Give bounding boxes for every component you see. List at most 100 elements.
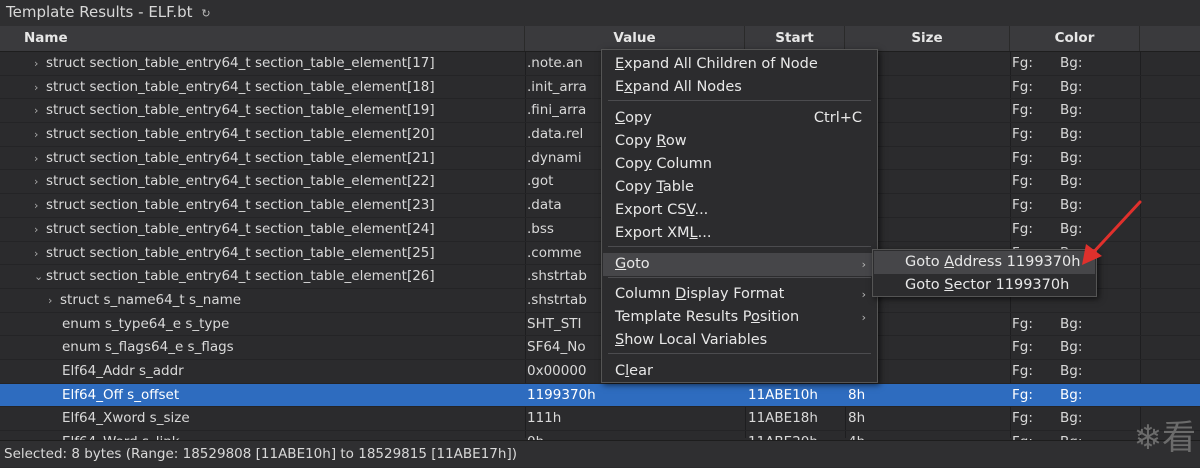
row-name-label: struct section_table_entry64_t section_t… — [46, 102, 435, 119]
expand-toggle-icon[interactable]: › — [34, 77, 46, 99]
table-row[interactable]: › struct section_table_entry64_t section_… — [0, 170, 1200, 195]
row-fg-color-cell[interactable]: Fg: — [1012, 52, 1052, 74]
row-fg-color-cell[interactable]: Fg: — [1012, 76, 1052, 98]
menu-item-copy-row[interactable]: Copy Row — [603, 130, 876, 153]
annotation-arrow-icon — [1082, 200, 1142, 265]
menu-item-expand-all-nodes[interactable]: Expand All Nodes — [603, 76, 876, 99]
row-name-label: enum s_type64_e s_type — [62, 315, 230, 332]
table-row[interactable]: Elf64_Xword s_size 111h 11ABE18h 8h Fg: Bg: — [0, 407, 1200, 431]
table-row[interactable]: enum s_flags64_e s_flags SF64_No Fg: Bg: — [0, 336, 1200, 360]
table-row[interactable]: Elf64_Addr s_addr 0x00000 Fg: Bg: — [0, 360, 1200, 384]
row-bg-color-cell[interactable]: Bg: — [1060, 99, 1120, 121]
row-fg-color-cell[interactable]: Fg: — [1012, 99, 1052, 121]
row-fg-color-cell[interactable]: Fg: — [1012, 170, 1052, 192]
menu-item-copy-table[interactable]: Copy Table — [603, 176, 876, 199]
table-header: Name Value Start Size Color — [0, 26, 1200, 52]
row-name-cell: Elf64_Xword s_size — [0, 407, 582, 429]
row-fg-color-cell[interactable]: Fg: — [1012, 123, 1052, 145]
menu-separator — [608, 277, 871, 278]
row-bg-color-cell[interactable]: Bg: — [1060, 384, 1120, 406]
expand-toggle-icon[interactable]: › — [34, 243, 46, 265]
menu-item-export-xml[interactable]: Export XML... — [603, 222, 876, 245]
column-header-name[interactable]: Name — [0, 26, 525, 51]
menu-item-show-local-variables[interactable]: Show Local Variables — [603, 329, 876, 352]
table-row[interactable]: › struct section_table_entry64_t section_… — [0, 76, 1200, 100]
table-row[interactable]: › struct section_table_entry64_t section_… — [0, 194, 1200, 218]
row-bg-color-cell[interactable]: Bg: — [1060, 76, 1120, 98]
column-header-color[interactable]: Color — [1010, 26, 1140, 51]
column-header-size[interactable]: Size — [845, 26, 1010, 51]
menu-item-label: Copy — [615, 110, 652, 126]
expand-toggle-icon[interactable]: › — [34, 100, 46, 122]
row-name-cell: Elf64_Addr s_addr — [0, 360, 582, 382]
row-bg-color-cell[interactable]: Bg: — [1060, 360, 1120, 382]
status-text: Selected: 8 bytes (Range: 18529808 [11AB… — [4, 446, 517, 462]
row-bg-color-cell[interactable]: Bg: — [1060, 170, 1120, 192]
expand-toggle-icon[interactable]: › — [34, 148, 46, 170]
row-name-label: struct section_table_entry64_t section_t… — [46, 78, 435, 95]
table-row[interactable]: › struct section_table_entry64_t section_… — [0, 147, 1200, 171]
menu-item-goto[interactable]: Goto › — [603, 253, 876, 276]
row-fg-color-cell[interactable]: Fg: — [1012, 194, 1052, 216]
row-name-label: enum s_flags64_e s_flags — [62, 339, 234, 356]
row-start-cell: 11ABE10h — [748, 386, 818, 403]
expand-toggle-icon[interactable]: › — [34, 195, 46, 217]
menu-item-template-results-position[interactable]: Template Results Position › — [603, 306, 876, 329]
row-fg-color-cell[interactable]: Fg: — [1012, 313, 1052, 335]
menu-item-expand-all-children-of-node[interactable]: Expand All Children of Node — [603, 53, 876, 76]
menu-item-export-csv[interactable]: Export CSV... — [603, 199, 876, 222]
row-fg-color-cell[interactable]: Fg: — [1012, 407, 1052, 429]
submenu-item-goto-address-1199370h[interactable]: Goto Address 1199370h — [874, 251, 1095, 274]
table-row[interactable]: › struct section_table_entry64_t section_… — [0, 218, 1200, 242]
table-row[interactable]: enum s_type64_e s_type SHT_STI Fg: Bg: — [0, 313, 1200, 337]
row-name-cell: Elf64_Off s_offset — [0, 384, 582, 406]
table-row[interactable]: › struct section_table_entry64_t section_… — [0, 123, 1200, 147]
row-name-cell: › struct section_table_entry64_t section_… — [0, 194, 554, 217]
row-fg-color-cell[interactable]: Fg: — [1012, 147, 1052, 169]
row-name-cell: › struct section_table_entry64_t section_… — [0, 242, 554, 265]
watermark-logo: ❄看 — [1133, 418, 1197, 458]
row-bg-color-cell[interactable]: Bg: — [1060, 336, 1120, 358]
row-name-cell: › struct section_table_entry64_t section_… — [0, 76, 554, 99]
expand-toggle-icon[interactable]: › — [34, 171, 46, 193]
menu-item-column-display-format[interactable]: Column Display Format › — [603, 283, 876, 306]
submenu-item-goto-sector-1199370h[interactable]: Goto Sector 1199370h — [874, 274, 1095, 297]
table-row[interactable]: › struct section_table_entry64_t section_… — [0, 99, 1200, 124]
menu-item-label: Column Display Format — [615, 286, 785, 302]
column-header-value[interactable]: Value — [525, 26, 745, 51]
table-row[interactable]: Elf64_Off s_offset 1199370h 11ABE10h 8h Fg: B… — [0, 383, 1200, 408]
menu-item-copy[interactable]: Copy Ctrl+C — [603, 107, 876, 130]
expand-toggle-icon[interactable]: › — [48, 290, 60, 312]
mnemonic-letter: V — [686, 202, 695, 218]
expand-toggle-icon[interactable]: ⌄ — [34, 266, 46, 288]
row-name-cell: › struct section_table_entry64_t section_… — [0, 170, 554, 193]
refresh-icon[interactable]: ↻ — [201, 7, 210, 20]
menu-item-clear[interactable]: Clear — [603, 360, 876, 383]
row-bg-color-cell[interactable]: Bg: — [1060, 52, 1120, 74]
row-bg-color-cell[interactable]: Bg: — [1060, 313, 1120, 335]
row-name-label: struct section_table_entry64_t section_t… — [46, 268, 435, 285]
table-row[interactable]: › struct section_table_entry64_t section_… — [0, 52, 1200, 76]
row-bg-color-cell[interactable]: Bg: — [1060, 147, 1120, 169]
row-size-cell: 8h — [848, 386, 866, 403]
submenu-item-label: Goto Sector 1199370h — [905, 277, 1070, 293]
row-name-cell: enum s_flags64_e s_flags — [0, 336, 582, 358]
submenu-item-label: Goto Address 1199370h — [905, 254, 1081, 270]
expand-toggle-icon[interactable]: › — [34, 219, 46, 241]
row-fg-color-cell[interactable]: Fg: — [1012, 360, 1052, 382]
row-size-cell: 8h — [848, 410, 866, 427]
menu-item-label: Expand All Nodes — [615, 79, 742, 95]
row-fg-color-cell[interactable]: Fg: — [1012, 336, 1052, 358]
menu-item-copy-column[interactable]: Copy Column — [603, 153, 876, 176]
expand-toggle-icon[interactable]: › — [34, 53, 46, 75]
menu-item-label: Show Local Variables — [615, 332, 768, 348]
row-value-cell: 1199370h — [527, 386, 596, 403]
status-bar: Selected: 8 bytes (Range: 18529808 [11AB… — [0, 440, 1200, 467]
row-name-cell: › struct section_table_entry64_t section_… — [0, 99, 554, 122]
submenu-arrow-icon: › — [861, 311, 866, 324]
row-bg-color-cell[interactable]: Bg: — [1060, 123, 1120, 145]
row-fg-color-cell[interactable]: Fg: — [1012, 384, 1052, 406]
column-header-start[interactable]: Start — [745, 26, 845, 51]
row-fg-color-cell[interactable]: Fg: — [1012, 218, 1052, 240]
expand-toggle-icon[interactable]: › — [34, 124, 46, 146]
